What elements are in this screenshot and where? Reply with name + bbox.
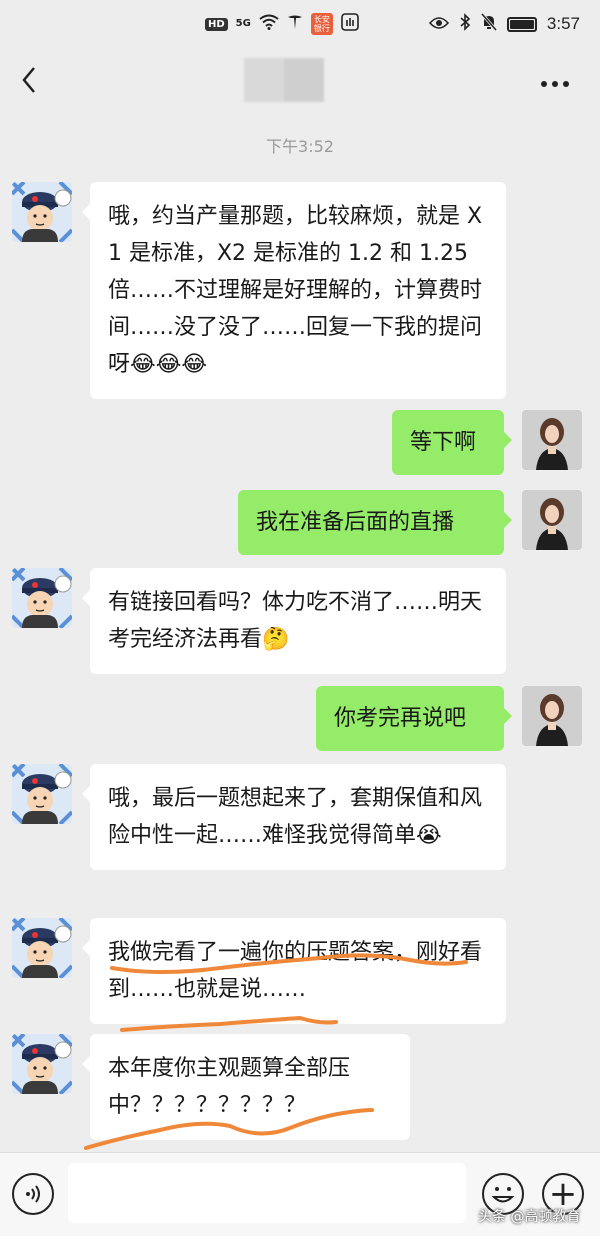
bank-app-icon: 长安 银行	[310, 13, 333, 35]
contact-avatar[interactable]	[12, 764, 72, 824]
mute-bell-icon	[480, 13, 498, 35]
status-right: 3:57	[428, 13, 580, 35]
thinking-emoji: 🤔	[262, 627, 290, 652]
message-bubble-outgoing[interactable]: 你考完再说吧	[316, 686, 512, 751]
message-text: 等下啊	[410, 430, 477, 455]
message-bubble-incoming[interactable]: 有链接回看吗？体力吃不消了……明天考完经济法再看🤔	[82, 568, 506, 674]
chevron-left-icon[interactable]	[16, 62, 46, 98]
wifi-icon	[259, 14, 279, 34]
message-text: 我做完看了一遍你的压题答案，刚好看到……也就是说……	[108, 940, 483, 1002]
message-text: 有链接回看吗？体力吃不消了……明天考完经济法再看	[108, 590, 483, 652]
crying-emoji: 😭	[416, 823, 442, 848]
bluetooth-icon	[459, 13, 471, 35]
status-left: HD 5G 长安 银行	[205, 13, 359, 35]
status-time: 3:57	[546, 14, 580, 33]
message-text: 本年度你主观题算全部压中？？？？？？？？	[108, 1056, 351, 1118]
contact-avatar[interactable]	[12, 182, 72, 242]
watermark: 头条 @高顿教育	[478, 1209, 581, 1225]
contact-avatar[interactable]	[12, 918, 72, 978]
message-bubble-incoming[interactable]: 哦，最后一题想起来了，套期保值和风险中性一起……难怪我觉得简单😭	[82, 764, 506, 870]
message-bubble-incoming[interactable]: 本年度你主观题算全部压中？？？？？？？？	[82, 1034, 410, 1140]
message-bubble-incoming[interactable]: 哦，约当产量那题，比较麻烦，就是 X1 是标准，X2 是标准的 1.2 和 1.…	[82, 182, 506, 399]
message-text: 你考完再说吧	[334, 706, 467, 731]
message-bubble-incoming[interactable]: 我做完看了一遍你的压题答案，刚好看到……也就是说……	[82, 918, 506, 1024]
hand-icon	[341, 13, 359, 35]
self-avatar[interactable]	[522, 686, 582, 746]
eye-icon	[428, 15, 449, 34]
voice-icon[interactable]	[12, 1173, 54, 1215]
contact-avatar[interactable]	[12, 568, 72, 628]
contact-avatar[interactable]	[12, 1034, 72, 1094]
message-timestamp: 下午3:52	[266, 137, 334, 156]
tesla-app-icon	[287, 14, 303, 34]
status-bar: HD 5G 长安 银行 3:57	[0, 0, 600, 48]
more-dots-icon[interactable]	[540, 72, 570, 88]
message-bubble-outgoing[interactable]: 等下啊	[392, 410, 512, 475]
message-text: 我在准备后面的直播	[256, 510, 455, 535]
self-avatar[interactable]	[522, 410, 582, 470]
self-avatar[interactable]	[522, 490, 582, 550]
message-bubble-outgoing[interactable]: 我在准备后面的直播	[238, 490, 512, 555]
tears-of-joy-emoji: 😂😂😂	[130, 352, 208, 377]
battery-icon	[506, 16, 537, 32]
contact-name-blurred	[244, 58, 324, 102]
hd-badge: HD	[205, 17, 228, 31]
signal-indicator: 5G	[235, 18, 251, 29]
message-input[interactable]	[68, 1163, 466, 1223]
